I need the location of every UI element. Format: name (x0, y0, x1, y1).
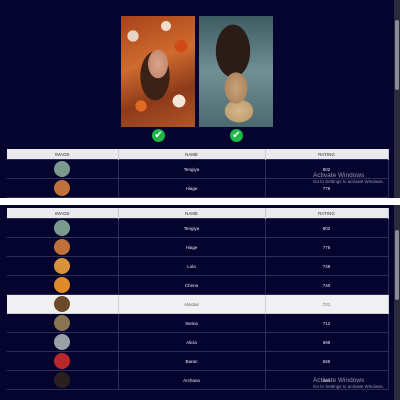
scrollbar[interactable] (394, 205, 400, 400)
column-header-image[interactable]: IMAGE (7, 149, 119, 160)
name-cell: Chena (117, 275, 266, 295)
scrollbar-thumb[interactable] (395, 230, 399, 300)
column-header-image[interactable]: IMAGE (7, 208, 119, 219)
name-cell: Baran (117, 351, 266, 371)
check-circle-icon[interactable]: ✔ (152, 129, 165, 142)
rating-cell: 721 (264, 294, 389, 314)
image-cell (7, 275, 119, 295)
table-row[interactable]: Steina 712 (7, 313, 389, 333)
column-header-name[interactable]: NAME (118, 208, 266, 219)
rating-cell: 712 (264, 313, 389, 333)
avatar (54, 372, 71, 388)
activate-windows-watermark: Activate Windows Go to Settings to activ… (313, 172, 384, 185)
right-candidate-photo[interactable] (199, 16, 273, 127)
rating-cell: 748 (264, 256, 389, 276)
ranking-table: IMAGE NAME RATING Tengiya 802 Hiage 776 Lola… (7, 208, 389, 390)
rating-cell: 698 (264, 332, 389, 352)
name-cell: Hiage (117, 178, 266, 198)
table-row[interactable]: Tengiya 802 (7, 218, 389, 238)
image-cell (7, 218, 119, 238)
avatar (54, 220, 71, 236)
rating-cell: 665 (264, 351, 389, 371)
avatar (54, 315, 71, 331)
left-candidate-photo[interactable] (121, 16, 195, 127)
column-header-name[interactable]: NAME (118, 149, 266, 160)
image-cell (7, 332, 119, 352)
image-cell (7, 237, 119, 257)
image-cell (7, 159, 119, 179)
avatar (54, 258, 71, 274)
rating-cell: 740 (264, 275, 389, 295)
avatar (54, 296, 71, 312)
avatar (54, 353, 71, 369)
image-cell (7, 313, 119, 333)
name-cell: Hiage (117, 237, 266, 257)
activate-windows-watermark: Activate Windows Go to Settings to activ… (313, 377, 384, 390)
image-cell (7, 370, 119, 390)
image-cell (7, 256, 119, 276)
avatar (54, 277, 71, 293)
avatar (54, 334, 71, 350)
name-cell: Lola (117, 256, 266, 276)
table-row[interactable]: Alicia 698 (7, 332, 389, 352)
bottom-screenshot-panel: IMAGE NAME RATING Tengiya 802 Hiage 776 Lola… (0, 205, 400, 400)
table-row[interactable]: Chena 740 (7, 275, 389, 295)
name-cell: Archana (117, 370, 266, 390)
avatar (54, 161, 71, 177)
name-cell: Steina (117, 313, 266, 333)
table-row[interactable]: Alastair 721 (7, 294, 389, 314)
name-cell: Alastair (117, 294, 266, 314)
scrollbar-thumb[interactable] (395, 20, 399, 90)
column-header-rating: RATING (265, 149, 389, 160)
avatar (54, 180, 71, 196)
image-cell (7, 351, 119, 371)
top-screenshot-panel: ✔ ✔ IMAGE NAME RATING Tengiya 802 Hiage … (0, 0, 400, 198)
rating-cell: 776 (264, 237, 389, 257)
name-cell: Alicia (117, 332, 266, 352)
watermark-subtitle: Go to Settings to activate Windows. (313, 179, 385, 185)
rating-cell: 802 (264, 218, 389, 238)
name-cell: Tengiya (117, 218, 266, 238)
table-row[interactable]: Lola 748 (7, 256, 389, 276)
watermark-title: Activate Windows (313, 377, 365, 384)
image-cell (7, 294, 119, 314)
avatar (54, 239, 71, 255)
watermark-title: Activate Windows (313, 172, 365, 179)
column-header-rating: RATING (265, 208, 389, 219)
image-cell (7, 178, 119, 198)
table-row[interactable]: Hiage 776 (7, 237, 389, 257)
watermark-subtitle: Go to Settings to activate Windows. (313, 384, 385, 390)
name-cell: Tengiya (117, 159, 266, 179)
check-circle-icon[interactable]: ✔ (230, 129, 243, 142)
table-row[interactable]: Baran 665 (7, 351, 389, 371)
scrollbar[interactable] (394, 0, 400, 198)
